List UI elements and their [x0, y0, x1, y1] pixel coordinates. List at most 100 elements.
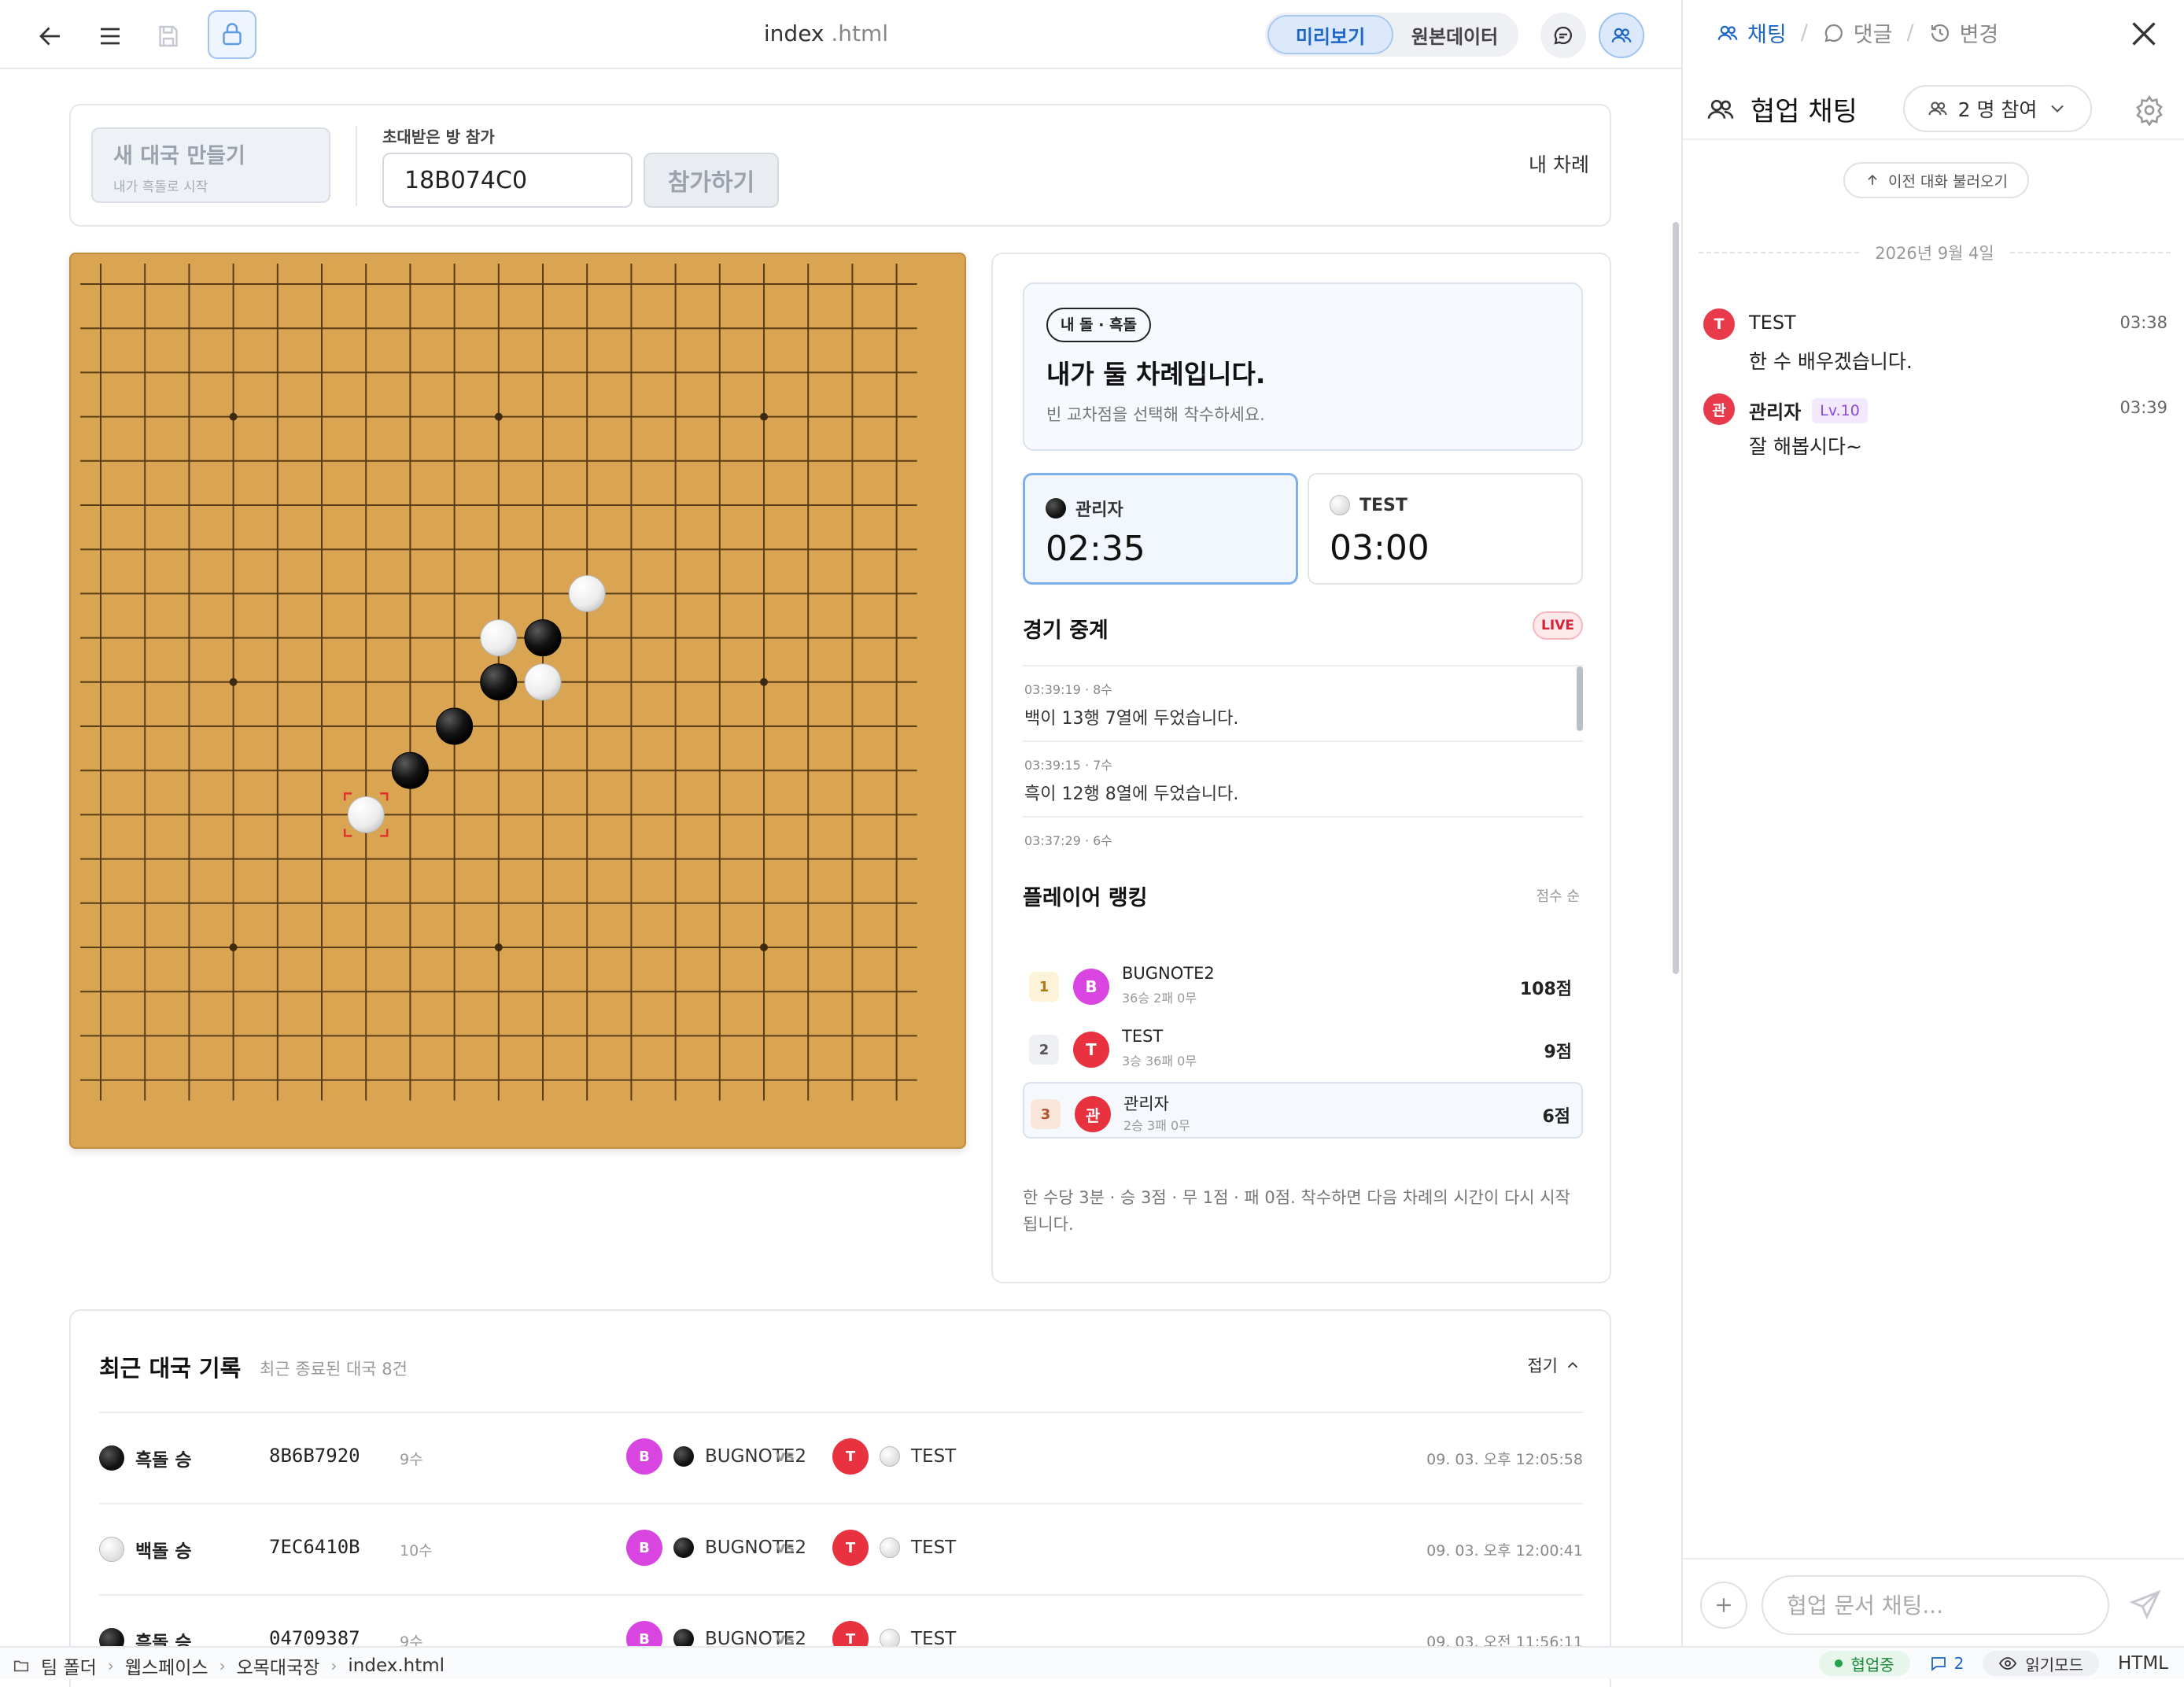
history-icon	[1931, 24, 1949, 42]
history-row[interactable]: 흑돌 승 8B6B7920 9수 B BUGNOTE2 vs T TEST 09. 03. 오후…	[99, 1412, 1583, 1503]
game-code: 7EC6410B	[269, 1536, 360, 1558]
ranking-row: 2 T TEST 3승 36패 0무 9점	[1023, 1019, 1583, 1076]
collab-status[interactable]: 협업중	[1819, 1651, 1910, 1676]
back-arrow-icon[interactable]	[28, 14, 72, 58]
rules-note: 한 수당 3분 · 승 3점 · 무 1점 · 패 0점. 착수하면 다음 차례…	[1023, 1188, 1570, 1234]
message-text: 잘 해봅시다~	[1749, 435, 1862, 458]
save-icon[interactable]	[146, 14, 190, 58]
invite-label: 초대받은 방 참가	[382, 127, 495, 146]
star-point	[760, 943, 768, 951]
rank-number: 1	[1029, 972, 1059, 1002]
chat-header: 협업 채팅 2 명 참여	[1683, 71, 2184, 140]
player-score: 6점	[1542, 1107, 1570, 1127]
history-row[interactable]: 백돌 승 7EC6410B 10수 B BUGNOTE2 vs T TEST 09. 03. 오…	[99, 1503, 1583, 1594]
white-stone-icon	[99, 1537, 124, 1562]
avatar: T	[1073, 1032, 1109, 1068]
date-label: 2026년 9월 4일	[1875, 244, 1994, 263]
log-meta: 03:37:29 · 6수	[1024, 833, 1113, 848]
main-scrollbar[interactable]	[1673, 222, 1679, 974]
my-stone-badge: 내 돌 · 흑돌	[1046, 308, 1151, 342]
player-white: T TEST	[832, 1438, 956, 1475]
timer-white: TEST 03:00	[1308, 473, 1583, 585]
rank-number: 3	[1031, 1099, 1061, 1129]
player-name: TEST	[1122, 1027, 1164, 1046]
participants-dropdown[interactable]: 2 명 참여	[1903, 85, 2092, 132]
comment-icon	[1824, 24, 1843, 42]
send-icon[interactable]	[2128, 1588, 2163, 1622]
game-date: 09. 03. 오후 12:00:41	[1426, 1542, 1583, 1560]
board-grid[interactable]	[71, 254, 968, 1150]
game-result: 흑돌 승	[99, 1445, 192, 1471]
move-log-list[interactable]: 03:39:19 · 8수 백이 13행 7열에 두었습니다. 03:39:15…	[1023, 665, 1583, 854]
vs-label: vs	[776, 1539, 795, 1556]
black-stone-icon	[673, 1537, 694, 1558]
tab-changes[interactable]: 변경	[1928, 17, 1998, 48]
message-time: 03:38	[2119, 313, 2167, 332]
comment-button[interactable]	[1540, 13, 1586, 58]
log-scrollbar[interactable]	[1577, 666, 1583, 731]
black-stone-icon	[1046, 498, 1066, 519]
white-stone	[347, 796, 385, 833]
omok-board[interactable]	[69, 253, 966, 1149]
timer-black: 관리자 02:35	[1023, 473, 1298, 585]
attach-button[interactable]	[1700, 1582, 1747, 1629]
new-game-button[interactable]: 새 대국 만들기 내가 흑돌로 시작	[91, 127, 330, 203]
divider	[356, 126, 357, 206]
level-badge: Lv.10	[1812, 397, 1868, 423]
player-name: BUGNOTE2	[1122, 964, 1215, 983]
ranking-row: 1 B BUGNOTE2 36승 2패 0무 108점	[1023, 956, 1583, 1013]
comment-count-label: 2	[1953, 1654, 1964, 1673]
breadcrumb-item[interactable]: 팀 폴더	[41, 1652, 97, 1679]
white-stone-icon	[1330, 495, 1350, 515]
panel-tabs: 채팅 / 댓글 / 변경	[1716, 17, 1998, 48]
broadcast-title: 경기 중계	[1023, 618, 1109, 643]
timer-player-name: 관리자	[1075, 500, 1123, 520]
tab-comments-label: 댓글	[1853, 23, 1893, 47]
preview-tab[interactable]: 미리보기	[1267, 15, 1393, 54]
star-point	[760, 677, 768, 686]
read-mode-label: 읽기모드	[2025, 1655, 2083, 1674]
log-text: 백이 13행 7열에 두었습니다.	[1024, 709, 1239, 729]
black-stone-icon	[99, 1445, 124, 1471]
black-stone	[436, 707, 474, 745]
message-author: TEST	[1749, 312, 1796, 334]
users-icon	[1717, 25, 1738, 40]
log-meta: 03:39:15 · 7수	[1024, 758, 1113, 773]
join-button[interactable]: 참가하기	[644, 153, 779, 208]
tab-comments[interactable]: 댓글	[1822, 17, 1893, 48]
plus-icon	[1717, 1598, 1731, 1612]
room-code-input[interactable]	[382, 153, 633, 208]
message-author: 관리자	[1749, 401, 1802, 423]
player-name: 관리자	[1123, 1095, 1169, 1113]
load-previous-button[interactable]: 이전 대화 불러오기	[1843, 162, 2029, 198]
fold-button[interactable]: 접기	[1527, 1353, 1581, 1377]
breadcrumb-item[interactable]: index.html	[348, 1656, 445, 1676]
read-mode-button[interactable]: 읽기모드	[1983, 1651, 2099, 1676]
white-stone-icon	[880, 1537, 900, 1558]
comment-count[interactable]: 2	[1929, 1654, 1964, 1673]
users-icon	[1928, 102, 1947, 116]
menu-icon[interactable]	[88, 14, 132, 58]
tab-chat[interactable]: 채팅	[1716, 17, 1787, 48]
white-stone-icon	[880, 1446, 900, 1467]
source-tab[interactable]: 원본데이터	[1393, 15, 1516, 54]
collab-button[interactable]	[1599, 13, 1644, 58]
white-stone	[568, 574, 606, 612]
collab-panel: 채팅 / 댓글 / 변경 협업 채팅 2 명 참여 이전 대화 불러오기 202…	[1681, 0, 2184, 1646]
ranking-title: 플레이어 랭킹	[1023, 886, 1148, 910]
file-type-label: HTML	[2117, 1653, 2168, 1674]
player-name: TEST	[911, 1446, 957, 1467]
ranking-sort[interactable]: 점수 순	[1537, 885, 1580, 906]
breadcrumb-item[interactable]: 웹스페이스	[125, 1652, 208, 1679]
tab-separator: /	[1906, 20, 1914, 45]
chat-composer	[1683, 1558, 2184, 1646]
result-label: 흑돌 승	[135, 1450, 192, 1471]
close-icon[interactable]	[2126, 16, 2162, 52]
chat-input[interactable]	[1762, 1575, 2109, 1635]
turn-subtitle: 빈 교차점을 선택해 착수하세요.	[1046, 405, 1265, 424]
fold-label: 접기	[1527, 1357, 1558, 1375]
file-ext: .html	[831, 20, 889, 46]
gear-icon[interactable]	[2134, 94, 2165, 126]
lock-icon[interactable]	[208, 10, 256, 59]
breadcrumb-item[interactable]: 오목대국장	[237, 1652, 320, 1679]
